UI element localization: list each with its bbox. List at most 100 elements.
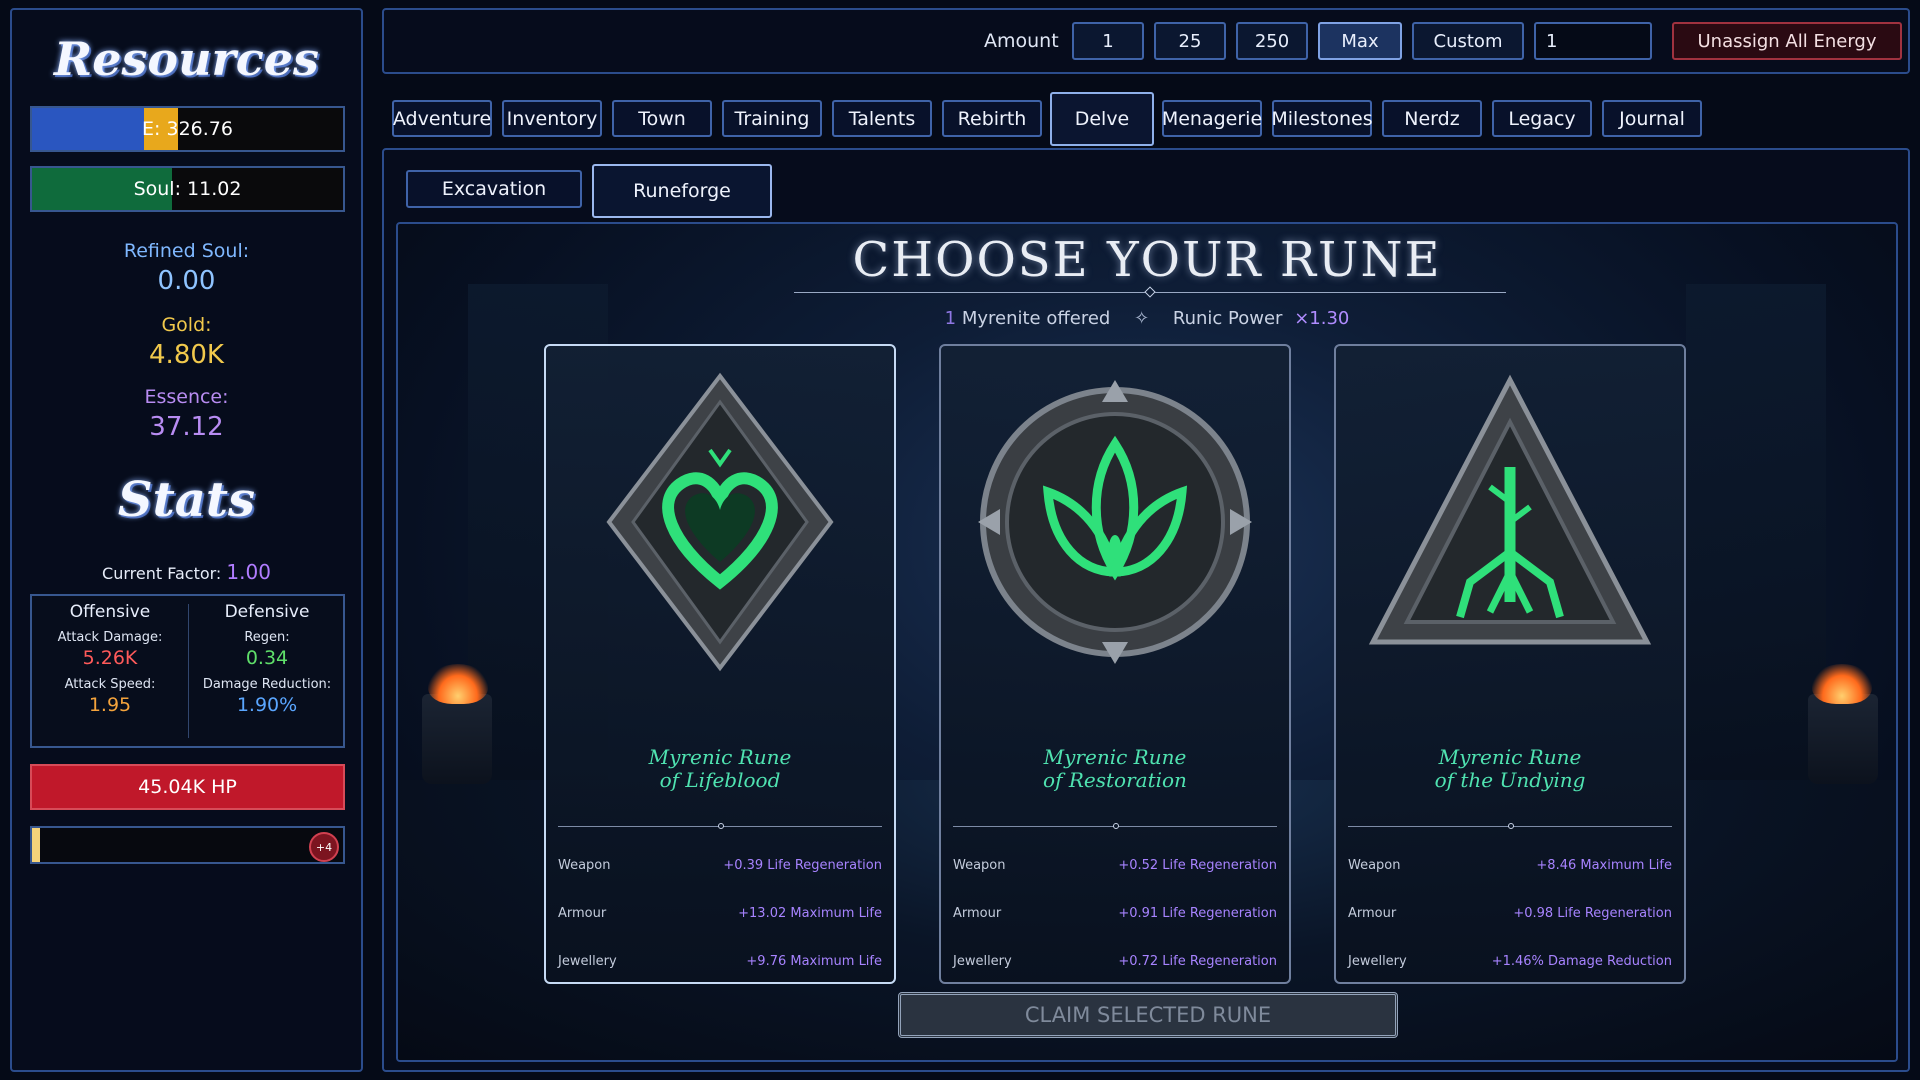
amount-max-button[interactable]: Max	[1318, 22, 1402, 60]
attack-damage-label: Attack Damage:	[57, 630, 163, 645]
rune-name: Myrenic Rune of Lifeblood	[546, 746, 894, 792]
essence-label: Essence:	[144, 386, 229, 408]
tab-training[interactable]: Training	[722, 100, 822, 137]
regen-label: Regen:	[244, 630, 290, 645]
slot-label: Armour	[1348, 906, 1397, 921]
custom-amount-input[interactable]	[1534, 22, 1652, 60]
gold-value: 4.80K	[149, 340, 224, 370]
subtab-runeforge[interactable]: Runeforge	[592, 164, 772, 218]
current-factor: Current Factor: 1.00	[12, 560, 361, 584]
triangle-root-rune-icon	[1368, 374, 1652, 645]
rune-card-undying[interactable]: Myrenic Rune of the Undying Weapon +8.46…	[1334, 344, 1686, 984]
current-factor-value: 1.00	[226, 560, 271, 584]
rune-card-lifeblood[interactable]: Myrenic Rune of Lifeblood Weapon +0.39 L…	[544, 344, 896, 984]
bonus-value: +0.91 Life Regeneration	[1118, 906, 1277, 921]
hp-label: 45.04K HP	[138, 776, 237, 798]
offer-summary: 1 Myrenite offered ✧ Runic Power ×1.30	[398, 308, 1896, 329]
bonus-value: +0.98 Life Regeneration	[1513, 906, 1672, 921]
bonus-value: +1.46% Damage Reduction	[1491, 954, 1672, 969]
tab-talents[interactable]: Talents	[832, 100, 932, 137]
slot-label: Armour	[953, 906, 1002, 921]
subtab-excavation[interactable]: Excavation	[406, 170, 582, 208]
diamond-heart-rune-icon	[606, 372, 834, 672]
card-divider-ornament	[1113, 823, 1119, 829]
right-pillar	[1686, 284, 1826, 844]
tab-delve[interactable]: Delve	[1050, 92, 1154, 146]
bonus-row-weapon: Weapon +8.46 Maximum Life	[1348, 858, 1672, 878]
bonus-value: +13.02 Maximum Life	[738, 906, 882, 921]
hp-bar: 45.04K HP	[30, 764, 345, 810]
experience-fill	[32, 828, 40, 862]
slot-label: Jewellery	[558, 954, 617, 969]
amount-label: Amount	[984, 30, 1059, 52]
resources-sidebar: Resources E: 326.76 Soul: 11.02 Refined …	[10, 8, 363, 1072]
bonus-value: +9.76 Maximum Life	[746, 954, 882, 969]
bonus-row-jewellery: Jewellery +1.46% Damage Reduction	[1348, 954, 1672, 974]
refined-soul-label: Refined Soul:	[123, 240, 250, 262]
amount-custom-button[interactable]: Custom	[1412, 22, 1524, 60]
refined-soul-value: 0.00	[157, 266, 216, 296]
right-brazier	[1808, 694, 1878, 784]
level-up-badge[interactable]: +4	[309, 832, 339, 862]
slot-label: Armour	[558, 906, 607, 921]
offensive-column: Offensive Attack Damage: 5.26K Attack Sp…	[32, 596, 188, 746]
amount-25-button[interactable]: 25	[1154, 22, 1226, 60]
stats-table: Offensive Attack Damage: 5.26K Attack Sp…	[30, 594, 345, 748]
attack-damage-value: 5.26K	[82, 647, 138, 669]
tab-adventure[interactable]: Adventure	[392, 100, 492, 137]
amount-toolbar: Amount 1 25 250 Max Custom Unassign All …	[382, 8, 1910, 74]
rune-name-line2: of the Undying	[1434, 768, 1586, 792]
slot-label: Weapon	[953, 858, 1006, 873]
bonus-row-jewellery: Jewellery +9.76 Maximum Life	[558, 954, 882, 974]
damage-reduction-label: Damage Reduction:	[202, 677, 332, 692]
slot-label: Weapon	[558, 858, 611, 873]
rune-name-line2: of Lifeblood	[659, 768, 781, 792]
left-flame	[428, 664, 488, 704]
defensive-column: Defensive Regen: 0.34 Damage Reduction: …	[189, 596, 345, 746]
left-brazier	[422, 694, 492, 784]
tab-menagerie[interactable]: Menagerie	[1162, 100, 1262, 137]
bonus-value: +0.39 Life Regeneration	[723, 858, 882, 873]
bonus-row-armour: Armour +0.98 Life Regeneration	[1348, 906, 1672, 926]
tab-milestones[interactable]: Milestones	[1271, 100, 1373, 137]
rune-name: Myrenic Rune of the Undying	[1336, 746, 1684, 792]
amount-1-button[interactable]: 1	[1072, 22, 1144, 60]
runic-power-label: Runic Power	[1172, 308, 1283, 329]
tab-inventory[interactable]: Inventory	[502, 100, 602, 137]
rune-name-line1: Myrenic Rune	[1438, 745, 1582, 769]
sparkle-icon: ✧	[1134, 308, 1150, 329]
rune-name-line2: of Restoration	[1043, 768, 1187, 792]
energy-bar[interactable]: E: 326.76	[30, 106, 345, 152]
round-lotus-rune-icon	[978, 380, 1252, 664]
unassign-all-energy-button[interactable]: Unassign All Energy	[1672, 22, 1902, 60]
runeforge-scene: CHOOSE YOUR RUNE 1 Myrenite offered ✧ Ru…	[396, 222, 1898, 1062]
bonus-value: +8.46 Maximum Life	[1536, 858, 1672, 873]
bonus-value: +0.72 Life Regeneration	[1118, 954, 1277, 969]
offer-text: Myrenite offered	[961, 308, 1111, 329]
rune-name: Myrenic Rune of Restoration	[941, 746, 1289, 792]
defensive-heading: Defensive	[224, 602, 310, 622]
runic-power-value: ×1.30	[1294, 308, 1350, 329]
essence-value: 37.12	[149, 412, 224, 442]
tab-journal[interactable]: Journal	[1602, 100, 1702, 137]
rune-choice-title: CHOOSE YOUR RUNE	[852, 232, 1442, 288]
attack-speed-label: Attack Speed:	[64, 677, 156, 692]
stats-title: Stats	[117, 472, 256, 528]
claim-selected-rune-button[interactable]: CLAIM SELECTED RUNE	[898, 992, 1398, 1038]
slot-label: Weapon	[1348, 858, 1401, 873]
resources-title: Resources	[54, 32, 319, 86]
amount-250-button[interactable]: 250	[1236, 22, 1308, 60]
rune-card-restoration[interactable]: Myrenic Rune of Restoration Weapon +0.52…	[939, 344, 1291, 984]
bonus-row-jewellery: Jewellery +0.72 Life Regeneration	[953, 954, 1277, 974]
tab-nerdz[interactable]: Nerdz	[1382, 100, 1482, 137]
tab-legacy[interactable]: Legacy	[1492, 100, 1592, 137]
damage-reduction-value: 1.90%	[236, 694, 298, 716]
soul-bar[interactable]: Soul: 11.02	[30, 166, 345, 212]
tab-town[interactable]: Town	[612, 100, 712, 137]
gold-label: Gold:	[161, 314, 212, 336]
slot-label: Jewellery	[1348, 954, 1407, 969]
card-divider-ornament	[718, 823, 724, 829]
offensive-heading: Offensive	[69, 602, 151, 622]
tab-rebirth[interactable]: Rebirth	[942, 100, 1042, 137]
bonus-row-armour: Armour +0.91 Life Regeneration	[953, 906, 1277, 926]
